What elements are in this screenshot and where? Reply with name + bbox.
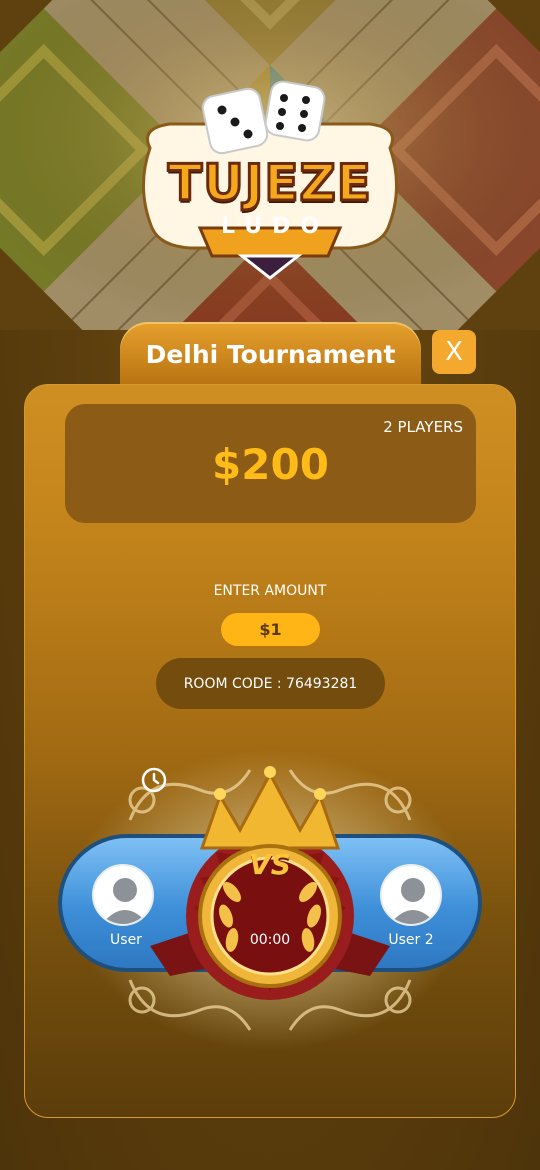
- tournament-title: Delhi Tournament: [145, 340, 396, 369]
- vs-badge: VS 00:00: [140, 766, 400, 1026]
- tournament-tab: Delhi Tournament: [120, 322, 421, 390]
- close-button[interactable]: X: [432, 330, 476, 374]
- logo-subtitle: LUDO: [220, 214, 330, 239]
- enter-amount-label: ENTER AMOUNT: [213, 583, 327, 599]
- crown-icon: [199, 766, 341, 850]
- close-icon: X: [445, 337, 463, 367]
- entry-amount-button[interactable]: $1: [221, 613, 320, 646]
- clock-icon: [141, 767, 167, 793]
- game-logo: TUJEZE LUDO: [130, 78, 410, 288]
- players-count: 2 PLAYERS: [383, 418, 463, 436]
- room-code: ROOM CODE : 76493281: [156, 658, 385, 709]
- match-timer: 00:00: [249, 932, 291, 948]
- logo-title: TUJEZE: [167, 153, 373, 214]
- game-lobby-screen: TUJEZE LUDO Delhi Tournament X 2 PLAYERS…: [0, 0, 540, 1170]
- prize-amount: $200: [212, 440, 329, 489]
- versus-section: User User 2 VS 00:00: [0, 730, 540, 1070]
- vs-label: VS: [249, 848, 291, 881]
- prize-box: 2 PLAYERS $200: [65, 404, 476, 523]
